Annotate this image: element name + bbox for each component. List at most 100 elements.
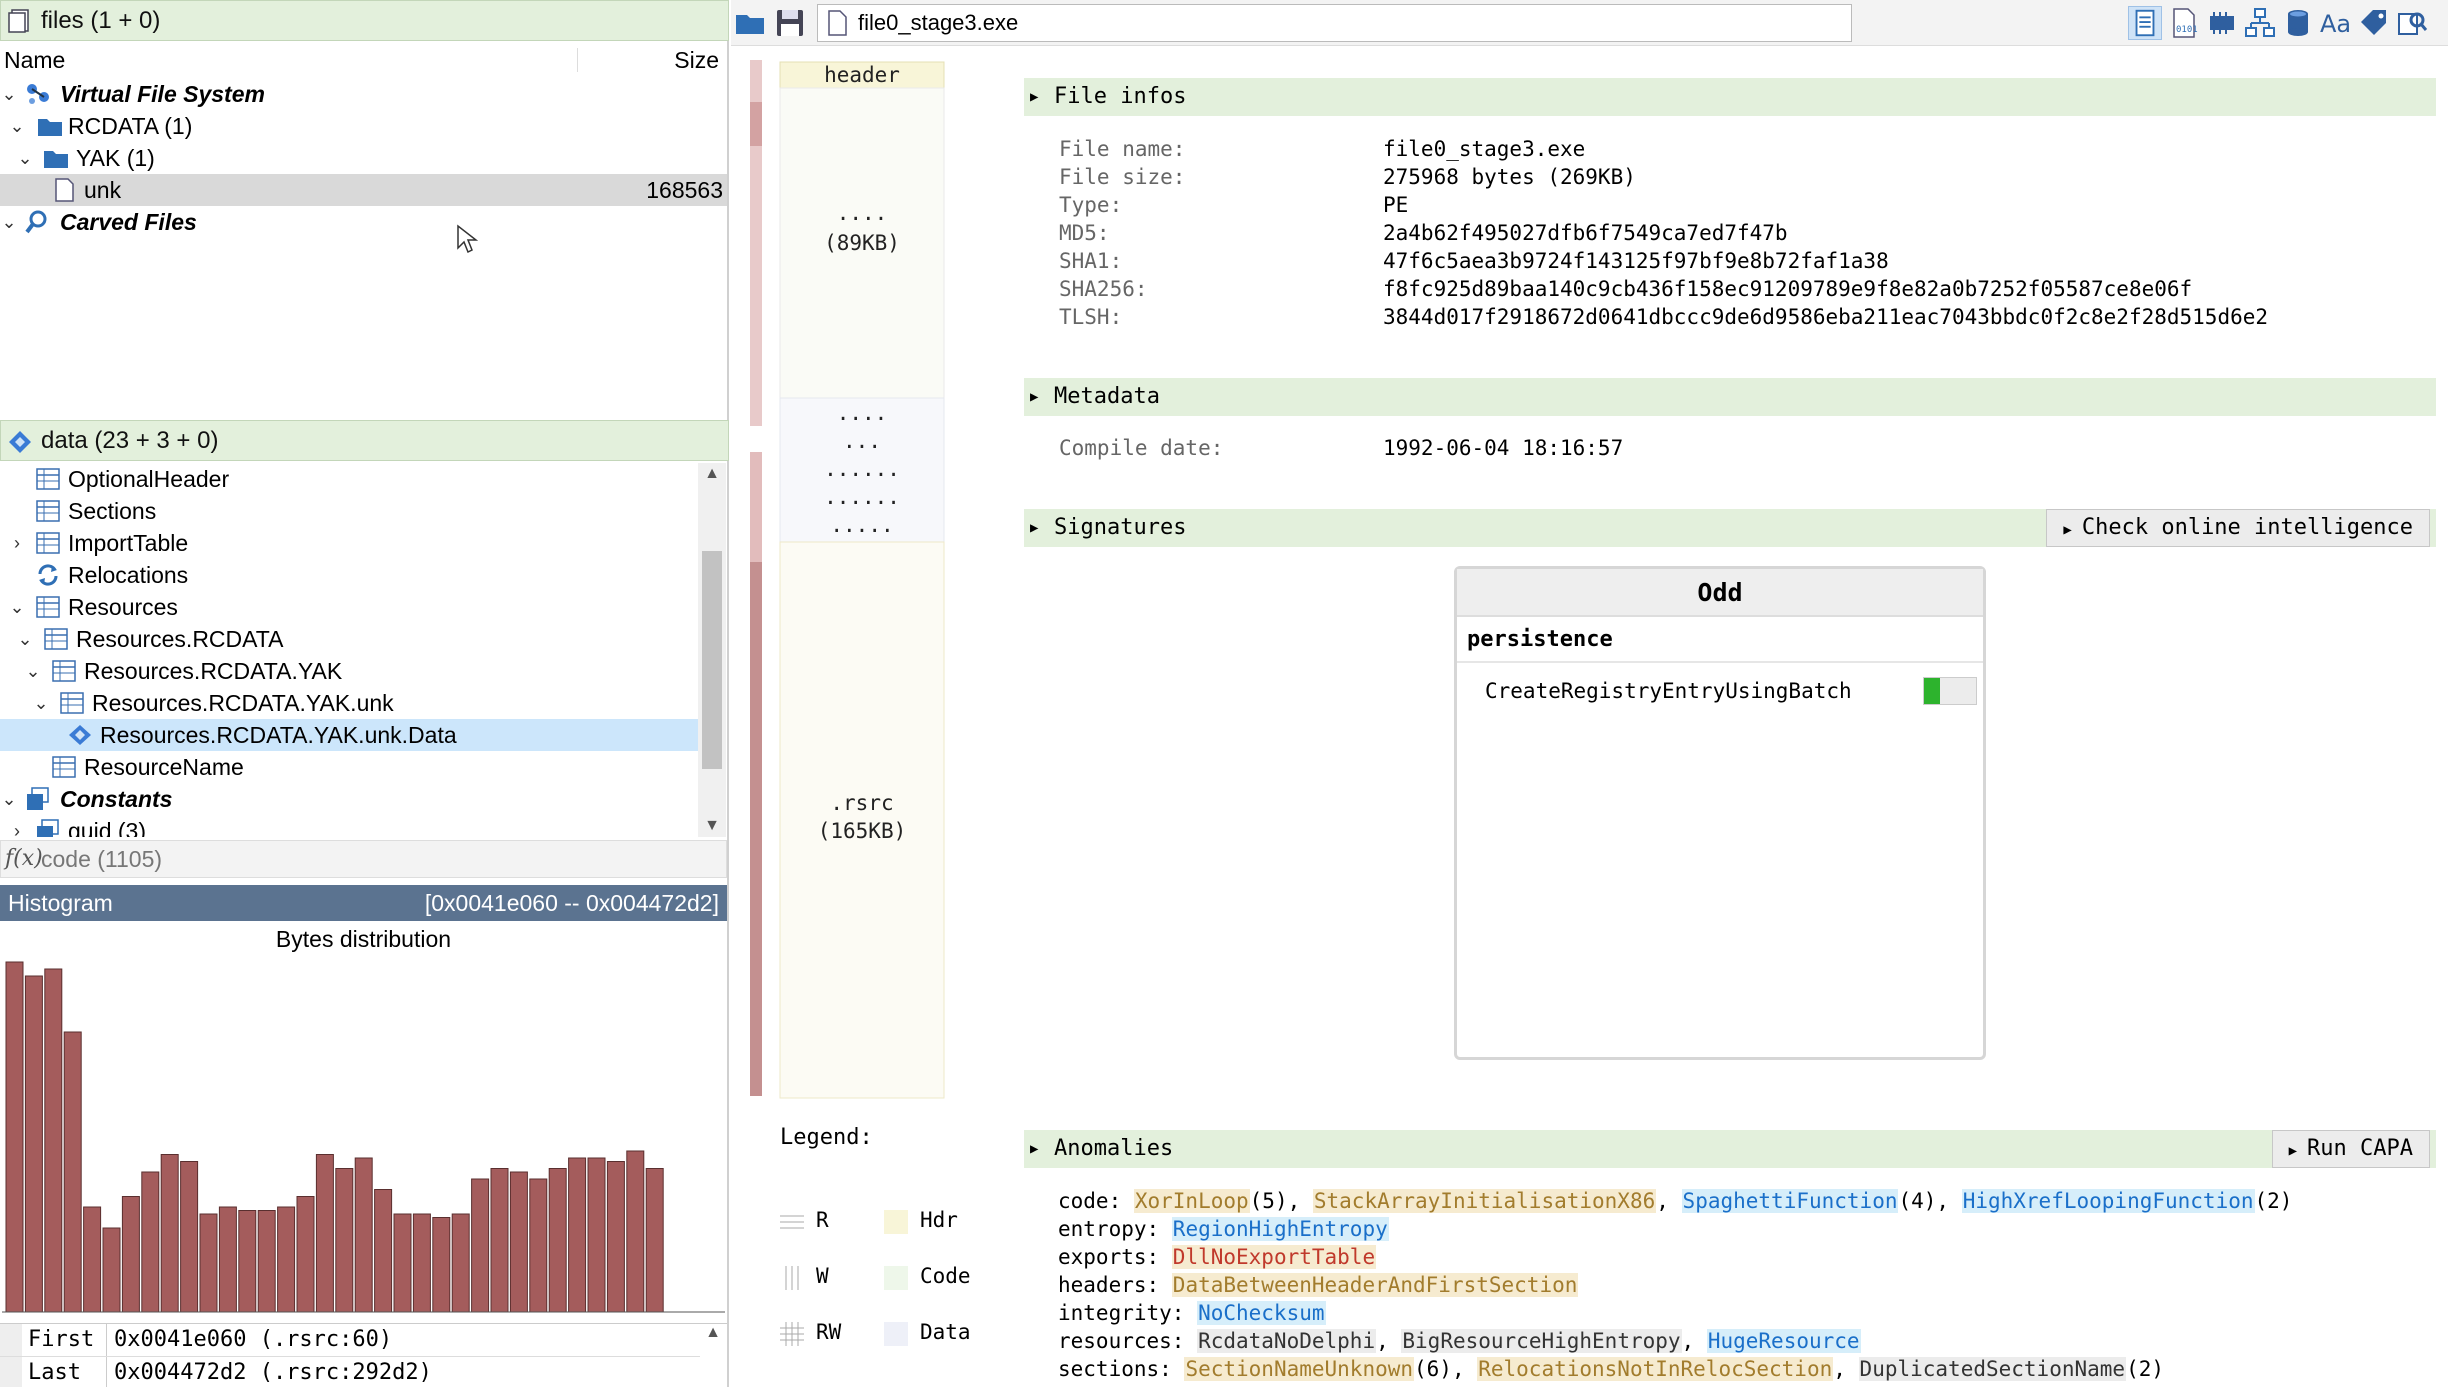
info-value: 47f6c5aea3b9724f143125f97bf9e8b72faf1a38 — [1383, 249, 1889, 273]
anomaly-key: exports: — [1058, 1245, 1172, 1269]
file-info-icon[interactable] — [2128, 6, 2162, 40]
anomaly-tag[interactable]: HugeResource — [1706, 1329, 1861, 1353]
anomaly-tag[interactable]: BigResourceHighEntropy — [1401, 1329, 1682, 1353]
tree-item-label: Resources.RCDATA.YAK — [84, 658, 343, 684]
anomaly-tag[interactable]: DataBetweenHeaderAndFirstSection — [1171, 1273, 1579, 1297]
column-size[interactable]: Size — [674, 44, 719, 76]
chevron-down-icon[interactable]: ⌄ — [0, 206, 18, 238]
tree-item-unk[interactable]: unk 168563 — [0, 174, 727, 206]
table-row[interactable]: First 0x0041e060 (.rsrc:60) — [0, 1324, 700, 1356]
anomaly-suffix: (2) — [2254, 1189, 2293, 1213]
bytes-distribution-chart — [2, 961, 725, 1313]
scrollbar-thumb[interactable] — [702, 551, 722, 769]
save-icon[interactable] — [773, 6, 807, 40]
run-capa-button[interactable]: ▶ Run CAPA — [2271, 1130, 2430, 1168]
chevron-down-icon[interactable]: ⌄ — [24, 655, 42, 687]
scroll-up-icon[interactable]: ▲ — [698, 465, 726, 483]
tree-item-guid[interactable]: › guid (3) — [0, 815, 698, 837]
file-infos-header[interactable]: ▶ File infos — [1024, 78, 2436, 116]
chevron-down-icon[interactable]: ⌄ — [16, 623, 34, 655]
chip-icon[interactable] — [2205, 6, 2239, 40]
map-label: (165KB) — [818, 819, 907, 843]
tree-item-resources[interactable]: ⌄ Resources — [0, 591, 698, 623]
histogram-bar — [218, 1206, 237, 1313]
chevron-down-icon[interactable]: ⌄ — [0, 783, 18, 815]
tree-item-resources-rcdata[interactable]: ⌄ Resources.RCDATA — [0, 623, 698, 655]
anomaly-tag[interactable]: XorInLoop — [1133, 1189, 1250, 1213]
map-bar-segment — [750, 452, 762, 562]
table-icon — [36, 596, 60, 618]
column-name[interactable]: Name — [4, 44, 65, 76]
scroll-down-icon[interactable]: ▼ — [698, 817, 726, 835]
info-row: Compile date: 1992-06-04 18:16:57 — [1059, 434, 2419, 462]
file-path-field[interactable]: file0_stage3.exe — [817, 4, 1852, 42]
anomalies-header[interactable]: ▶ Anomalies ▶ Run CAPA — [1024, 1130, 2436, 1168]
row-key: Last — [28, 1360, 81, 1385]
table-icon — [44, 628, 68, 650]
anomaly-tag[interactable]: SectionNameUnknown — [1184, 1357, 1415, 1381]
anomaly-tag[interactable]: RelocationsNotInRelocSection — [1477, 1357, 1834, 1381]
map-label: header — [824, 63, 900, 87]
chevron-down-icon[interactable]: ⌄ — [0, 78, 18, 110]
info-key: SHA256: — [1059, 277, 1148, 301]
function-icon: f(x) — [5, 846, 43, 871]
anomaly-tag[interactable]: SpaghettiFunction — [1681, 1189, 1899, 1213]
tree-item-constants[interactable]: ⌄ Constants — [0, 783, 698, 815]
code-panel-header[interactable]: f(x) code (1105) — [0, 840, 727, 878]
chevron-right-icon[interactable]: › — [8, 815, 26, 837]
tree-item-optional-header[interactable]: OptionalHeader — [0, 463, 698, 495]
tree-item-label: ImportTable — [68, 530, 189, 556]
search-icon[interactable] — [2395, 6, 2429, 40]
chevron-down-icon[interactable]: ⌄ — [8, 591, 26, 623]
chevron-down-icon[interactable]: ⌄ — [32, 687, 50, 719]
graph-icon[interactable] — [2243, 6, 2277, 40]
tree-item-resources-rcdata-yak[interactable]: ⌄ Resources.RCDATA.YAK — [0, 655, 698, 687]
map-code-block[interactable] — [779, 87, 945, 429]
anomaly-tag[interactable]: DuplicatedSectionName — [1858, 1357, 2127, 1381]
anomaly-tag[interactable]: RcdataNoDelphi — [1197, 1329, 1377, 1353]
data-blob-icon — [69, 725, 91, 745]
tree-item-yak[interactable]: ⌄ YAK (1) — [0, 142, 727, 174]
chevron-down-icon[interactable]: ⌄ — [16, 142, 34, 174]
chevron-down-icon[interactable]: ⌄ — [8, 110, 26, 142]
check-online-intelligence-button[interactable]: ▶ Check online intelligence — [2046, 509, 2430, 547]
tree-item-resources-rcdata-yak-unk[interactable]: ⌄ Resources.RCDATA.YAK.unk — [0, 687, 698, 719]
text-icon[interactable]: Aa — [2319, 6, 2353, 40]
button-label: Run CAPA — [2307, 1136, 2413, 1161]
metadata-header[interactable]: ▶ Metadata — [1024, 378, 2436, 416]
open-folder-icon[interactable] — [733, 6, 767, 40]
chevron-right-icon[interactable]: › — [8, 527, 26, 559]
signatures-header[interactable]: ▶ Signatures ▶ Check online intelligence — [1024, 509, 2436, 547]
info-row: TLSH: 3844d017f2918672d0641dbccc9de6d958… — [1059, 303, 2419, 331]
section-map[interactable]: header .... (89KB) .... ... ...... .....… — [748, 60, 968, 1100]
anomaly-tag[interactable]: DllNoExportTable — [1171, 1245, 1377, 1269]
anomaly-row: sections: SectionNameUnknown(6), Relocat… — [1058, 1355, 2164, 1383]
tree-item-resource-name[interactable]: ResourceName — [0, 751, 698, 783]
info-key: File name: — [1059, 137, 1186, 161]
database-icon[interactable] — [2281, 6, 2315, 40]
data-tree[interactable]: OptionalHeader Sections › ImportTable Re… — [0, 463, 727, 837]
tree-item-resources-rcdata-yak-unk-data[interactable]: Resources.RCDATA.YAK.unk.Data — [0, 719, 698, 751]
section-title: Anomalies — [1054, 1136, 1174, 1161]
data-tree-scrollbar[interactable]: ▲ ▼ — [698, 463, 726, 837]
tree-item-rcdata[interactable]: ⌄ RCDATA (1) — [0, 110, 727, 142]
tree-item-relocations[interactable]: Relocations — [0, 559, 698, 591]
hex-view-icon[interactable]: 0101 — [2167, 6, 2201, 40]
anomaly-tag[interactable]: NoChecksum — [1197, 1301, 1326, 1325]
anomaly-tag[interactable]: RegionHighEntropy — [1171, 1217, 1389, 1241]
files-panel-header[interactable]: files (1 + 0) — [0, 0, 729, 41]
tree-item-carved-files[interactable]: ⌄ Carved Files — [0, 206, 727, 238]
tree-item-import-table[interactable]: › ImportTable — [0, 527, 698, 559]
table-row[interactable]: Last 0x004472d2 (.rsrc:292d2) — [0, 1356, 700, 1387]
signature-rule[interactable]: CreateRegistryEntryUsingBatch — [1485, 679, 1852, 703]
anomaly-tag[interactable]: HighXrefLoopingFunction — [1961, 1189, 2255, 1213]
svg-text:Aa: Aa — [2320, 10, 2351, 38]
scroll-up-icon[interactable]: ▲ — [700, 1324, 726, 1342]
histogram-bar — [296, 1196, 315, 1313]
column-separator[interactable] — [577, 48, 578, 72]
tag-icon[interactable] — [2357, 6, 2391, 40]
tree-item-sections[interactable]: Sections — [0, 495, 698, 527]
data-panel-header[interactable]: data (23 + 3 + 0) — [0, 420, 729, 461]
tree-item-virtual-file-system[interactable]: ⌄ Virtual File System — [0, 78, 727, 110]
anomaly-tag[interactable]: StackArrayInitialisationX86 — [1312, 1189, 1657, 1213]
